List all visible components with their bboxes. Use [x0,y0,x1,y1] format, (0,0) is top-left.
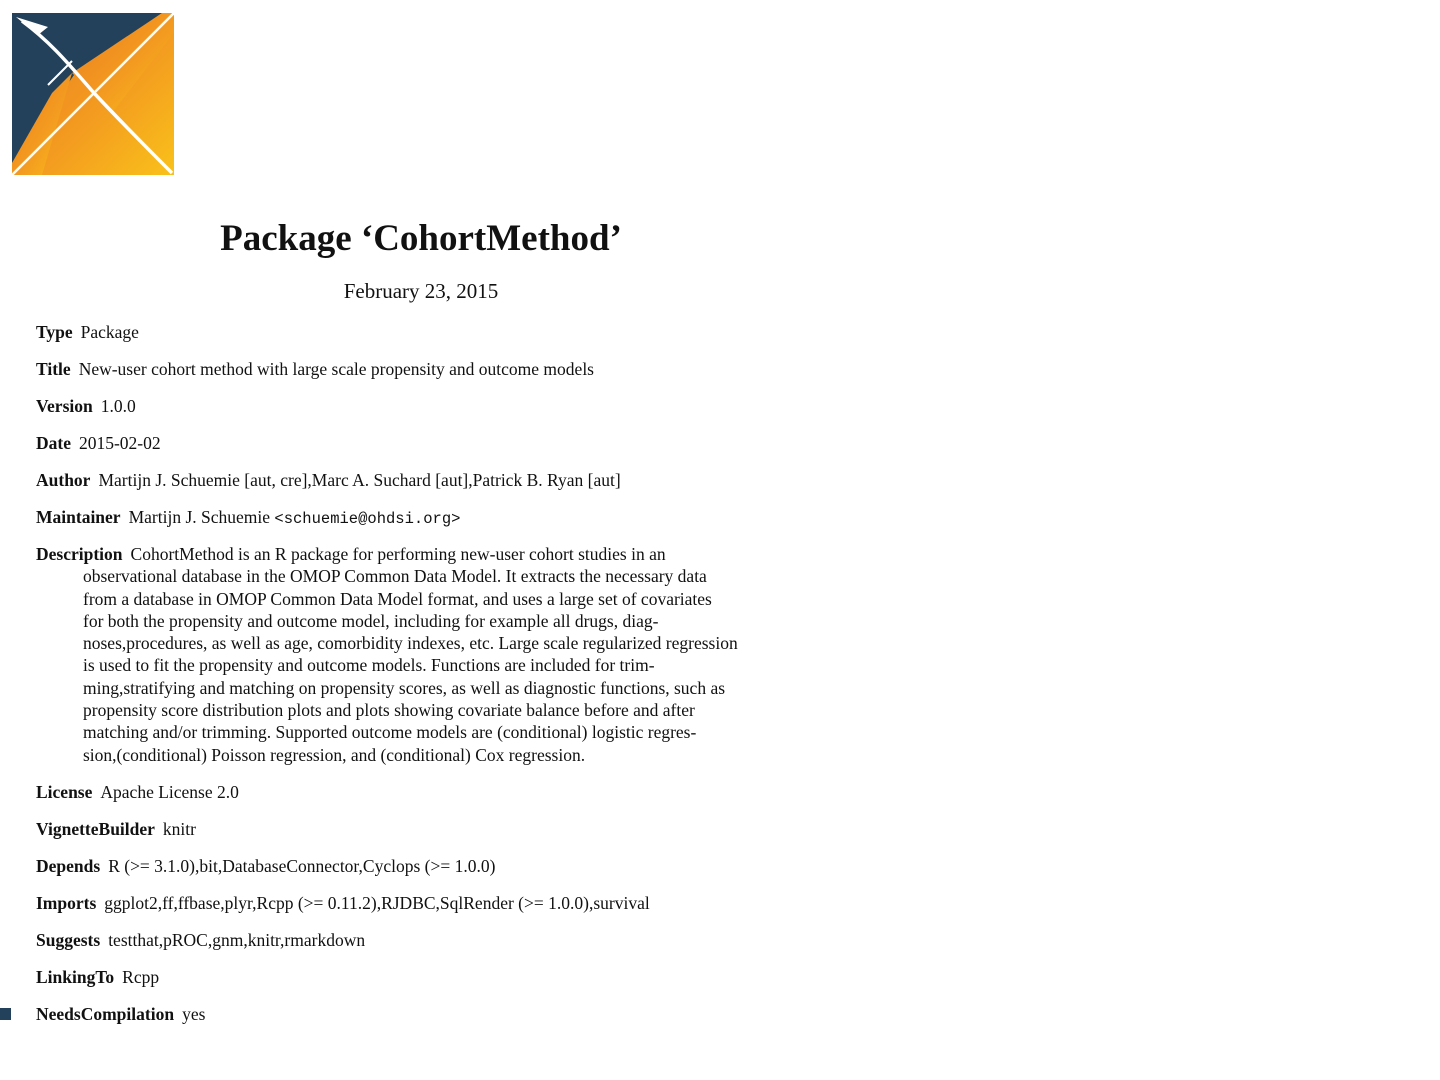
description-line: is used to fit the propensity and outcom… [83,655,655,676]
field-key: Date [36,433,71,453]
field-key: Title [36,359,71,379]
field-version: Version 1.0.0 [36,395,796,417]
description-line: for both the propensity and outcome mode… [83,610,659,631]
field-value: 1.0.0 [100,396,136,416]
field-value: Martijn J. Schuemie [aut, cre],Marc A. S… [98,470,621,490]
field-vignettebuilder: VignetteBuilder knitr [36,818,796,840]
field-value: knitr [162,819,196,839]
field-license: License Apache License 2.0 [36,781,796,803]
field-key: NeedsCompilation [36,1004,175,1024]
field-needscompilation: NeedsCompilation yes [36,1003,796,1025]
description-text: CohortMethod is an R package for perform… [130,544,666,564]
description-line: observational database in the OMOP Commo… [83,566,707,587]
ohdsi-logo [12,13,174,175]
field-key: License [36,782,93,802]
description-line: from a database in OMOP Common Data Mode… [83,588,712,609]
field-value: testthat,pROC,gnm,knitr,rmarkdown [108,930,366,950]
document-date: February 23, 2015 [343,279,499,303]
description-line: ming,stratifying and matching on propens… [83,677,726,698]
field-value: 2015-02-02 [78,433,161,453]
document-title: Package ‘CohortMethod’ [220,218,622,259]
field-description: Description CohortMethod is an R package … [36,543,796,766]
field-value: R (>= 3.1.0),bit,DatabaseConnector,Cyclo… [108,856,496,876]
field-key: Depends [36,856,101,876]
field-key: Type [36,322,73,342]
description-line: propensity score distribution plots and … [83,700,695,721]
field-key: Version [36,396,93,416]
field-maintainer: Maintainer Martijn J. Schuemie <schuemie@… [36,506,796,530]
field-linkingto: LinkingTo Rcpp [36,966,796,988]
field-value: Apache License 2.0 [100,782,239,802]
field-key: LinkingTo [36,967,115,987]
description-line: noses,procedures, as well as age, comorb… [83,633,738,654]
field-depends: Depends R (>= 3.1.0),bit,DatabaseConnecto… [36,855,796,877]
slide-corner-mark [0,1008,11,1020]
field-key: Imports [36,893,97,913]
field-value: Rcpp [122,967,160,987]
field-imports: Imports ggplot2,ff,ffbase,plyr,Rcpp (>= 0… [36,892,796,914]
field-key: Author [36,470,91,490]
field-key: Suggests [36,930,101,950]
description-line: matching and/or trimming. Supported outc… [83,722,697,743]
field-date: Date 2015-02-02 [36,432,796,454]
field-value: yes [182,1004,206,1024]
field-type: Type Package [36,321,796,343]
field-title: Title New-user cohort method with large s… [36,358,796,380]
field-key: Maintainer [36,507,121,527]
field-author: Author Martijn J. Schuemie [aut, cre],Mar… [36,469,796,491]
field-key: VignetteBuilder [36,819,155,839]
field-value: ggplot2,ff,ffbase,plyr,Rcpp (>= 0.11.2),… [104,893,650,913]
description-line: sion,(conditional) Poisson regression, a… [83,744,586,765]
field-key: Description [36,544,123,564]
description-line: Description CohortMethod is an R package … [36,543,796,565]
field-suggests: Suggests testthat,pROC,gnm,knitr,rmarkdow… [36,929,796,951]
maintainer-name: Martijn J. Schuemie [128,507,271,527]
field-value: New-user cohort method with large scale … [78,359,594,379]
field-value: Package [80,322,139,342]
maintainer-email: <schuemie@ohdsi.org> [274,510,461,528]
